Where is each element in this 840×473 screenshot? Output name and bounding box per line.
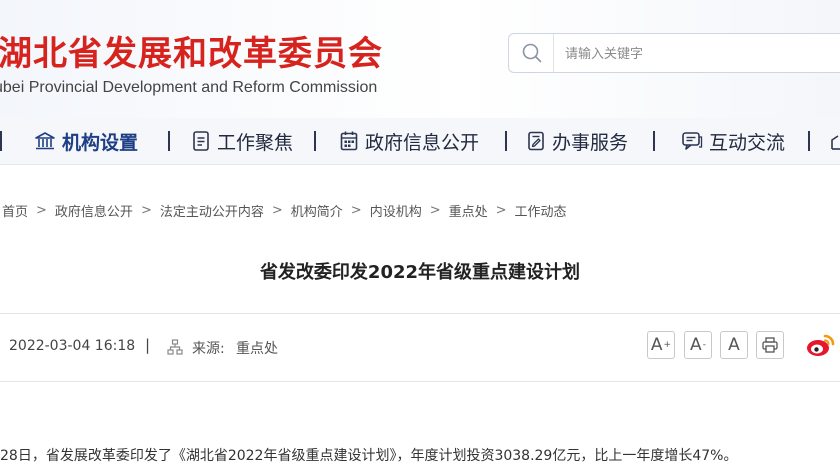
nav-item-interaction[interactable]: 互动交流 bbox=[681, 127, 785, 155]
font-increase-button[interactable]: A + bbox=[647, 331, 675, 359]
source-value: 重点处 bbox=[236, 341, 278, 357]
search-input[interactable] bbox=[563, 42, 827, 66]
sitemap-icon bbox=[167, 339, 183, 359]
nav-item-work-focus[interactable]: 工作聚焦 bbox=[191, 127, 293, 155]
breadcrumb-internal-departments[interactable]: 内设机构 bbox=[370, 201, 422, 220]
font-decrease-label: A bbox=[690, 335, 702, 355]
building-icon bbox=[35, 132, 55, 150]
font-decrease-button[interactable]: A- bbox=[684, 331, 712, 359]
breadcrumb-separator: > bbox=[271, 203, 283, 218]
nav-label: 政府信息公开 bbox=[365, 131, 480, 154]
publish-date: 2022-03-04 16:18 bbox=[9, 338, 136, 354]
breadcrumb-separator: > bbox=[36, 203, 47, 218]
meta-separator: | bbox=[145, 336, 151, 354]
nav-item-services[interactable]: 办事服务 bbox=[526, 127, 628, 155]
partial-nav-icon bbox=[831, 135, 840, 150]
nav-item-partial[interactable] bbox=[830, 127, 840, 155]
breadcrumb-separator: > bbox=[495, 203, 507, 218]
plus-icon: + bbox=[663, 340, 672, 350]
nav-separator bbox=[168, 131, 170, 151]
breadcrumb-institution-intro[interactable]: 机构简介 bbox=[291, 201, 343, 220]
article-meta-bar: 2022-03-04 16:18 | 来源: 重点处 A + A- A bbox=[0, 313, 840, 382]
breadcrumb-statutory-disclosure[interactable]: 法定主动公开内容 bbox=[160, 201, 264, 220]
article-body-line: 28日，省发展改革委印发了《湖北省2022年省级重点建设计划》，年度计划投资30… bbox=[0, 448, 738, 464]
site-header: 湖北省发展和改革委员会 ubei Provincial Development … bbox=[0, 0, 840, 118]
chat-bubble-icon bbox=[682, 132, 703, 150]
nav-item-institution[interactable]: 机构设置 bbox=[34, 127, 138, 155]
nav-label: 工作聚焦 bbox=[217, 131, 294, 154]
nav-item-gov-info[interactable]: 政府信息公开 bbox=[339, 127, 479, 155]
site-subtitle: ubei Provincial Development and Reform C… bbox=[0, 79, 378, 96]
document-list-icon bbox=[193, 131, 209, 151]
nav-separator bbox=[808, 131, 810, 151]
main-nav: 机构设置 工作聚焦 政府信息公开 办事服务 互动交流 bbox=[0, 118, 840, 165]
font-increase-label: A bbox=[650, 335, 663, 355]
weibo-icon[interactable] bbox=[805, 332, 837, 362]
nav-label: 互动交流 bbox=[709, 131, 786, 154]
site-title[interactable]: 湖北省发展和改革委员会 bbox=[0, 26, 383, 75]
search-divider bbox=[553, 34, 554, 72]
clipboard-edit-icon bbox=[528, 131, 544, 151]
breadcrumb-separator: > bbox=[350, 203, 362, 218]
minus-icon: - bbox=[702, 340, 706, 350]
nav-separator bbox=[653, 131, 655, 151]
article-title: 省发改委印发2022年省级重点建设计划 bbox=[259, 262, 581, 283]
nav-label: 办事服务 bbox=[552, 131, 629, 154]
printer-icon bbox=[762, 337, 778, 353]
print-button[interactable] bbox=[756, 331, 784, 359]
breadcrumb-separator: > bbox=[429, 203, 441, 218]
nav-separator bbox=[505, 131, 507, 151]
breadcrumb: 首页 > 政府信息公开 > 法定主动公开内容 > 机构简介 > 内设机构 > 重… bbox=[2, 201, 567, 220]
font-default-button[interactable]: A bbox=[720, 331, 748, 359]
breadcrumb-key-projects-office[interactable]: 重点处 bbox=[449, 201, 488, 220]
source-label: 来源: bbox=[192, 341, 225, 357]
breadcrumb-separator: > bbox=[140, 203, 152, 218]
breadcrumb-work-news[interactable]: 工作动态 bbox=[515, 201, 567, 220]
font-default-label: A bbox=[728, 335, 740, 355]
search-box[interactable] bbox=[508, 33, 840, 73]
breadcrumb-home[interactable]: 首页 bbox=[2, 201, 28, 220]
nav-separator bbox=[314, 131, 316, 151]
nav-separator bbox=[0, 131, 2, 151]
breadcrumb-gov-info[interactable]: 政府信息公开 bbox=[55, 201, 133, 220]
calendar-grid-icon bbox=[340, 131, 358, 151]
nav-label: 机构设置 bbox=[62, 131, 139, 154]
search-icon[interactable] bbox=[521, 42, 543, 64]
